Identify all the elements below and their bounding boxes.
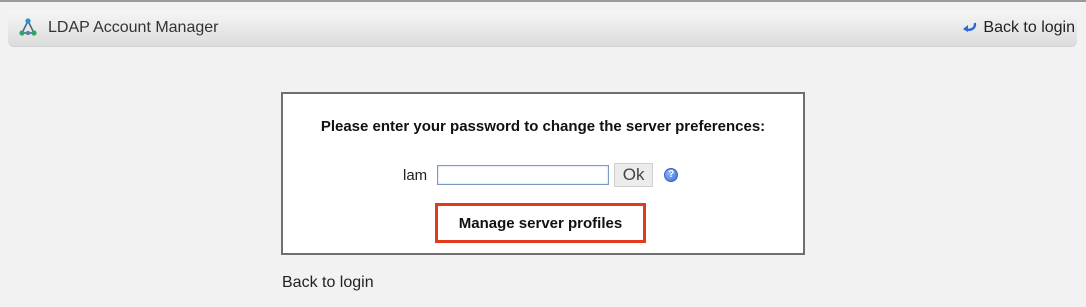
manage-server-profiles-button[interactable]: Manage server profiles: [435, 203, 646, 243]
profile-label: lam: [403, 166, 428, 184]
app-title-area: LDAP Account Manager: [17, 10, 218, 46]
header-back-to-login-label: Back to login: [983, 19, 1075, 36]
return-arrow-icon: [961, 19, 979, 37]
app-title: LDAP Account Manager: [48, 19, 219, 36]
header-back-to-login-link[interactable]: Back to login: [961, 10, 1075, 46]
password-input[interactable]: [437, 165, 610, 185]
footer-back-to-login-link[interactable]: Back to login: [282, 274, 374, 292]
ok-button[interactable]: Ok: [614, 163, 654, 187]
login-panel: Please enter your password to change the…: [281, 92, 805, 255]
password-prompt: Please enter your password to change the…: [320, 118, 766, 135]
page: LDAP Account Manager Back to login Pleas…: [0, 0, 1086, 307]
manage-server-profiles-label: Manage server profiles: [458, 214, 623, 232]
network-tree-icon-graphic: [19, 18, 37, 36]
header-bar: LDAP Account Manager Back to login: [8, 10, 1077, 46]
help-circle-icon[interactable]: ?: [664, 168, 679, 182]
return-arrow-icon-graphic: [963, 22, 977, 32]
network-tree-icon: [17, 17, 39, 39]
password-row: lam Ok ?: [403, 163, 679, 187]
